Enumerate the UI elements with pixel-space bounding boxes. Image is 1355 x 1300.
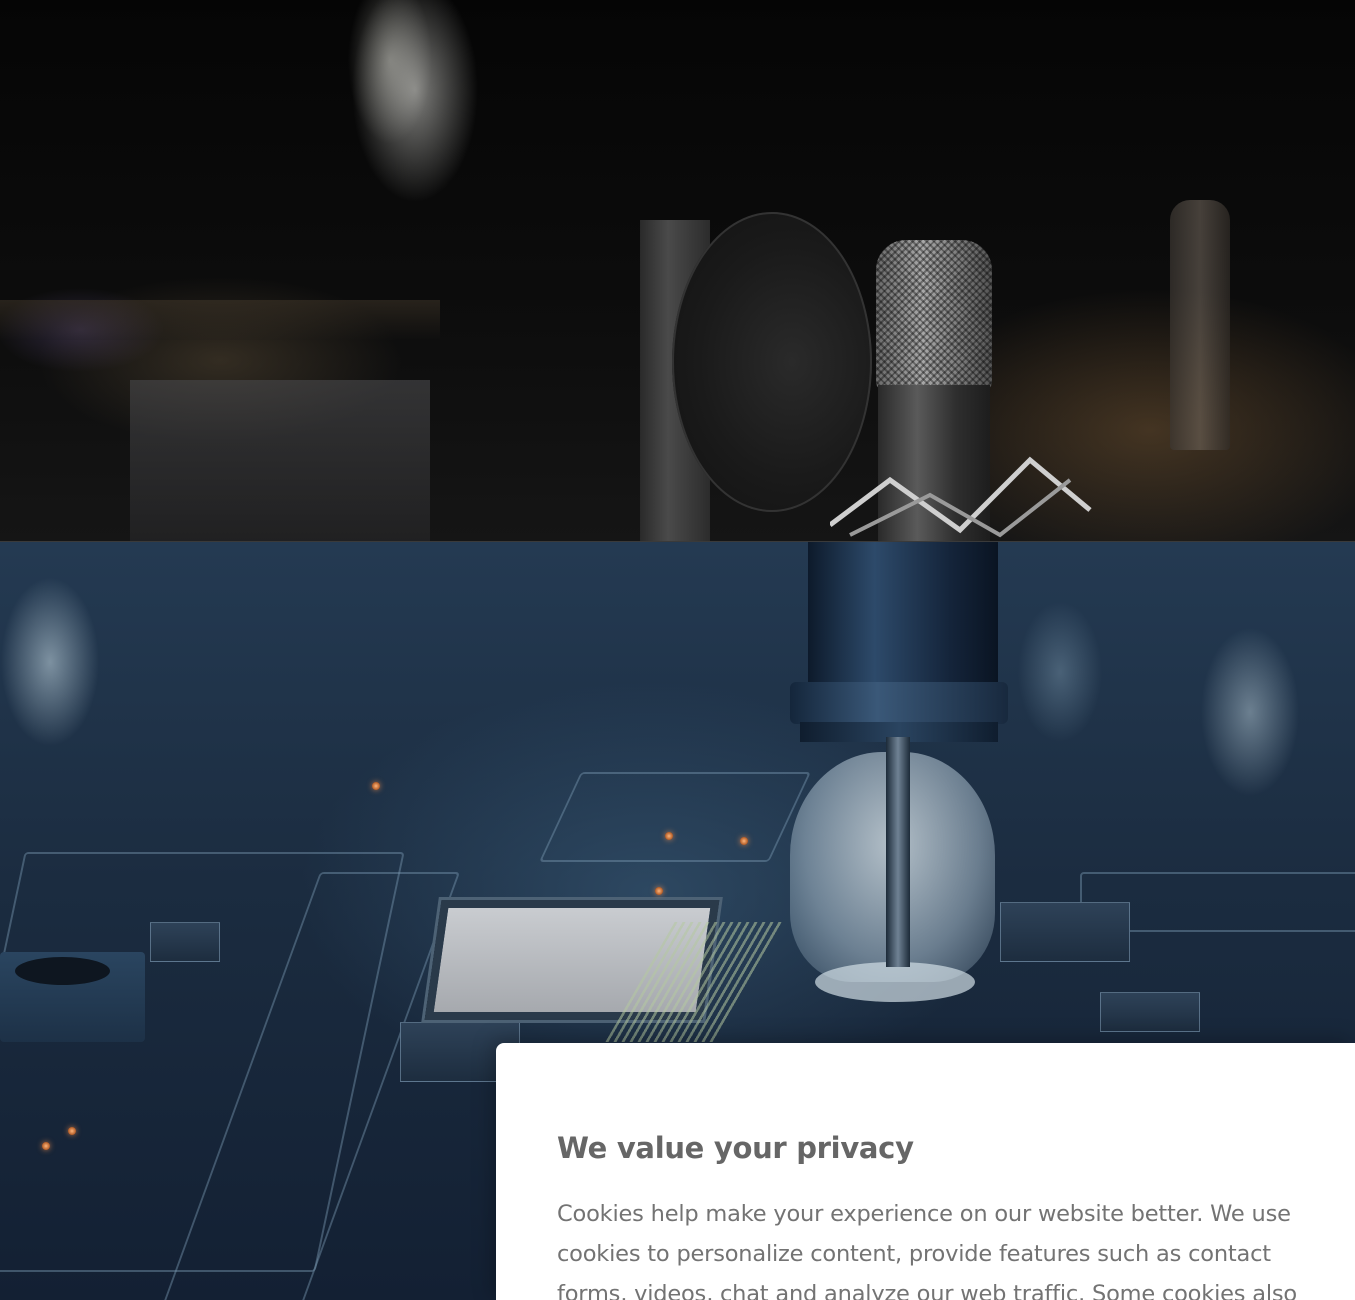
board-led xyxy=(372,782,380,790)
background-microphone xyxy=(1170,200,1230,450)
board-trace xyxy=(539,772,811,862)
cookie-dialog-title: We value your privacy xyxy=(557,1131,914,1165)
board-component xyxy=(1100,992,1200,1032)
board-capacitor-top xyxy=(15,957,110,985)
robotic-gripper-base xyxy=(815,962,975,1002)
board-component xyxy=(150,922,220,962)
robotic-tool-shaft xyxy=(886,737,910,967)
board-component xyxy=(1000,902,1130,962)
microphone-head xyxy=(876,240,992,390)
board-led xyxy=(740,837,748,845)
hero-image-studio-microphone xyxy=(0,0,1355,541)
studio-panel xyxy=(130,380,430,541)
cookie-consent-dialog: We value your privacy Cookies help make … xyxy=(496,1043,1355,1300)
board-led xyxy=(42,1142,50,1150)
board-led xyxy=(655,887,663,895)
shock-mount xyxy=(828,440,1148,541)
robotic-tool-flange xyxy=(790,682,1008,724)
studio-shelf xyxy=(0,300,440,340)
cookie-dialog-body: Cookies help make your experience on our… xyxy=(557,1201,1297,1300)
board-led xyxy=(68,1127,76,1135)
board-led xyxy=(665,832,673,840)
robotic-tool-cylinder xyxy=(808,542,998,692)
